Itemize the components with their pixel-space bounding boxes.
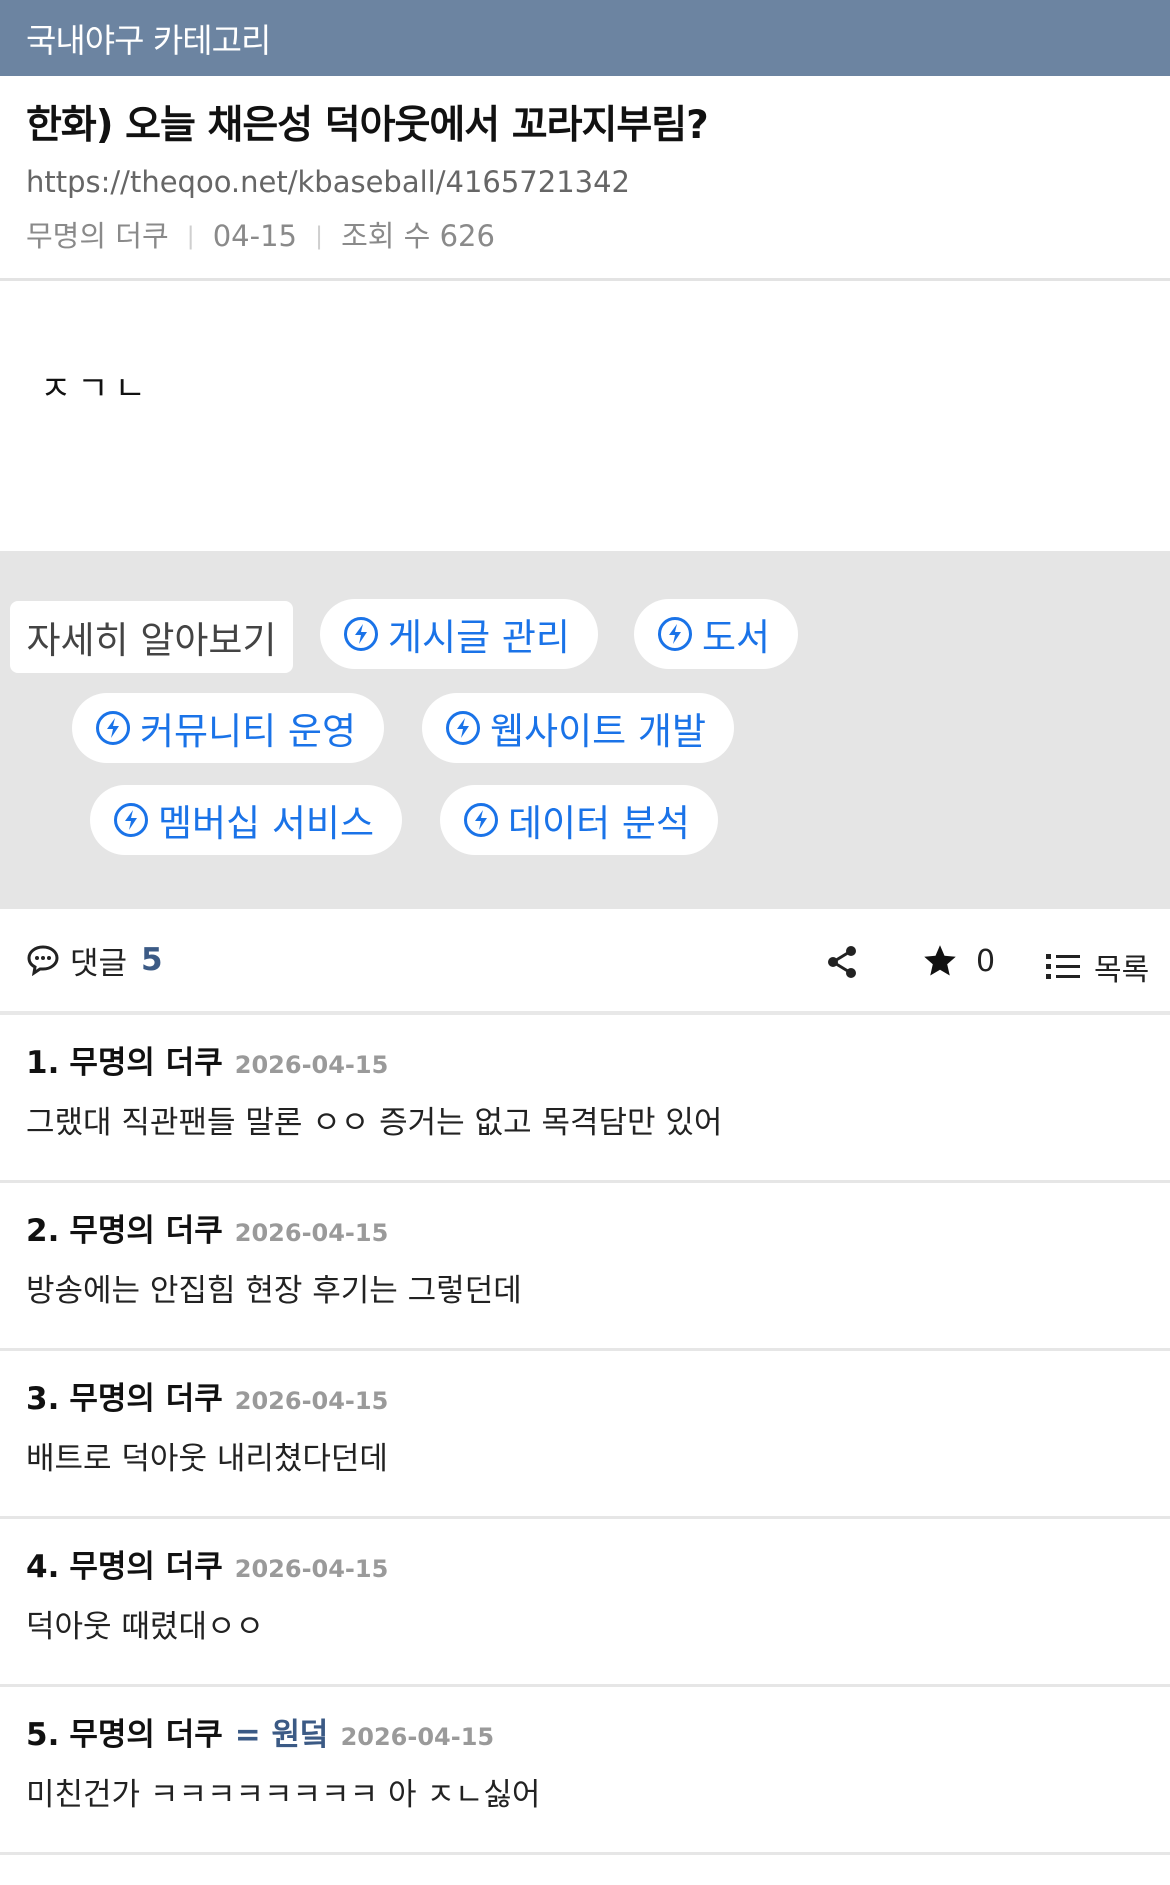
star-icon [924, 945, 956, 976]
post-title: 한화) 오늘 채은성 덕아웃에서 꼬라지부림? [26, 103, 709, 148]
ad-chip-label: 멤버십 서비스 [158, 802, 375, 845]
comment-number: 2. [26, 1213, 60, 1249]
comment-count-toggle[interactable]: 댓글 5 [26, 938, 163, 983]
ad-chip-membership[interactable]: 멤버십 서비스 [90, 785, 403, 855]
ad-chip-web-dev[interactable]: 웹사이트 개발 [422, 693, 735, 763]
comment-author: 무명의 더쿠 [69, 1549, 223, 1585]
learn-more-button[interactable]: 자세히 알아보기 [10, 601, 293, 673]
comment-date: 2026-04-15 [234, 1219, 389, 1247]
meta-divider: | [186, 222, 195, 250]
post-author: 무명의 더쿠 [26, 219, 169, 253]
comment-number: 5. [26, 1717, 60, 1753]
meta-divider: | [315, 222, 324, 250]
comment-number: 1. [26, 1045, 60, 1081]
comment-list: 1. 무명의 더쿠 2026-04-15 그랬대 직관팬들 말론 ㅇㅇ 증거는 … [0, 1015, 1170, 1855]
original-poster-badge: = 원덬 [234, 1717, 329, 1753]
ad-chip-label: 게시글 관리 [388, 616, 570, 659]
lightning-icon [658, 617, 692, 651]
comment-number: 4. [26, 1549, 60, 1585]
comment-date: 2026-04-15 [340, 1723, 495, 1751]
comment-author: 무명의 더쿠 [69, 1045, 223, 1081]
ad-chip-books[interactable]: 도서 [634, 599, 799, 669]
comment-date: 2026-04-15 [234, 1387, 389, 1415]
list-icon [1046, 954, 1080, 979]
comment-author: 무명의 더쿠 [69, 1717, 223, 1753]
favorite-count: 0 [976, 943, 996, 979]
lightning-icon [114, 803, 148, 837]
post-body: ㅈㄱㄴ [40, 369, 152, 409]
post-views: 조회 수 626 [341, 219, 495, 253]
post-meta: 무명의 더쿠 | 04-15 | 조회 수 626 [26, 216, 1144, 256]
ad-chip-post-management[interactable]: 게시글 관리 [320, 599, 598, 669]
lightning-icon [344, 617, 378, 651]
comment-date: 2026-04-15 [234, 1555, 389, 1583]
comment-item: 4. 무명의 더쿠 2026-04-15 덕아웃 때렸대ㅇㅇ [0, 1519, 1170, 1687]
comment-number: 3. [26, 1381, 60, 1417]
lightning-icon [96, 711, 130, 745]
post-date: 04-15 [212, 219, 297, 253]
category-title: 국내야구 카테고리 [26, 21, 271, 60]
favorite-button[interactable]: 0 [922, 943, 995, 979]
comment-label: 댓글 [70, 945, 128, 982]
comment-item: 5. 무명의 더쿠 = 원덬 2026-04-15 미친건가 ㅋㅋㅋㅋㅋㅋㅋㅋ … [0, 1687, 1170, 1855]
comment-item: 1. 무명의 더쿠 2026-04-15 그랬대 직관팬들 말론 ㅇㅇ 증거는 … [0, 1015, 1170, 1183]
lightning-icon [464, 803, 498, 837]
speech-bubble-icon [27, 945, 59, 976]
comment-author: 무명의 더쿠 [69, 1381, 223, 1417]
comment-text: 미친건가 ㅋㅋㅋㅋㅋㅋㅋㅋ 아 ㅈㄴ싫어 [26, 1777, 541, 1813]
ad-chip-label: 데이터 분석 [508, 802, 690, 845]
list-label: 목록 [1094, 953, 1150, 988]
ad-chip-community[interactable]: 커뮤니티 운영 [72, 693, 385, 763]
post-url[interactable]: https://theqoo.net/kbaseball/4165721342 [26, 162, 1144, 202]
comment-item: 2. 무명의 더쿠 2026-04-15 방송에는 안집힘 현장 후기는 그렇던… [0, 1183, 1170, 1351]
comment-text: 그랬대 직관팬들 말론 ㅇㅇ 증거는 없고 목격담만 있어 [26, 1105, 723, 1141]
ad-chip-label: 웹사이트 개발 [490, 710, 707, 753]
comment-author: 무명의 더쿠 [69, 1213, 223, 1249]
list-button[interactable]: 목록 [1046, 945, 1149, 989]
ad-keyword-box: 자세히 알아보기 게시글 관리 도서 커뮤니티 운영 웹사이트 개발 멤버십 서… [0, 551, 1170, 909]
ad-chip-label: 도서 [702, 616, 771, 659]
ad-chip-label: 커뮤니티 운영 [140, 710, 357, 753]
lightning-icon [446, 711, 480, 745]
comment-text: 배트로 덕아웃 내리쳤다던데 [26, 1441, 388, 1477]
comment-text: 덕아웃 때렸대ㅇㅇ [26, 1609, 265, 1645]
category-header[interactable]: 국내야구 카테고리 [0, 0, 1170, 76]
comment-count: 5 [141, 942, 163, 978]
comment-item: 3. 무명의 더쿠 2026-04-15 배트로 덕아웃 내리쳤다던데 [0, 1351, 1170, 1519]
ad-chip-data-analysis[interactable]: 데이터 분석 [440, 785, 718, 855]
comment-toolbar: 댓글 5 0 목록 [0, 909, 1170, 1015]
comment-date: 2026-04-15 [234, 1051, 389, 1079]
comment-text: 방송에는 안집힘 현장 후기는 그렇던데 [26, 1273, 522, 1309]
share-icon[interactable] [826, 945, 858, 979]
post-header: 한화) 오늘 채은성 덕아웃에서 꼬라지부림? https://theqoo.n… [0, 76, 1170, 281]
